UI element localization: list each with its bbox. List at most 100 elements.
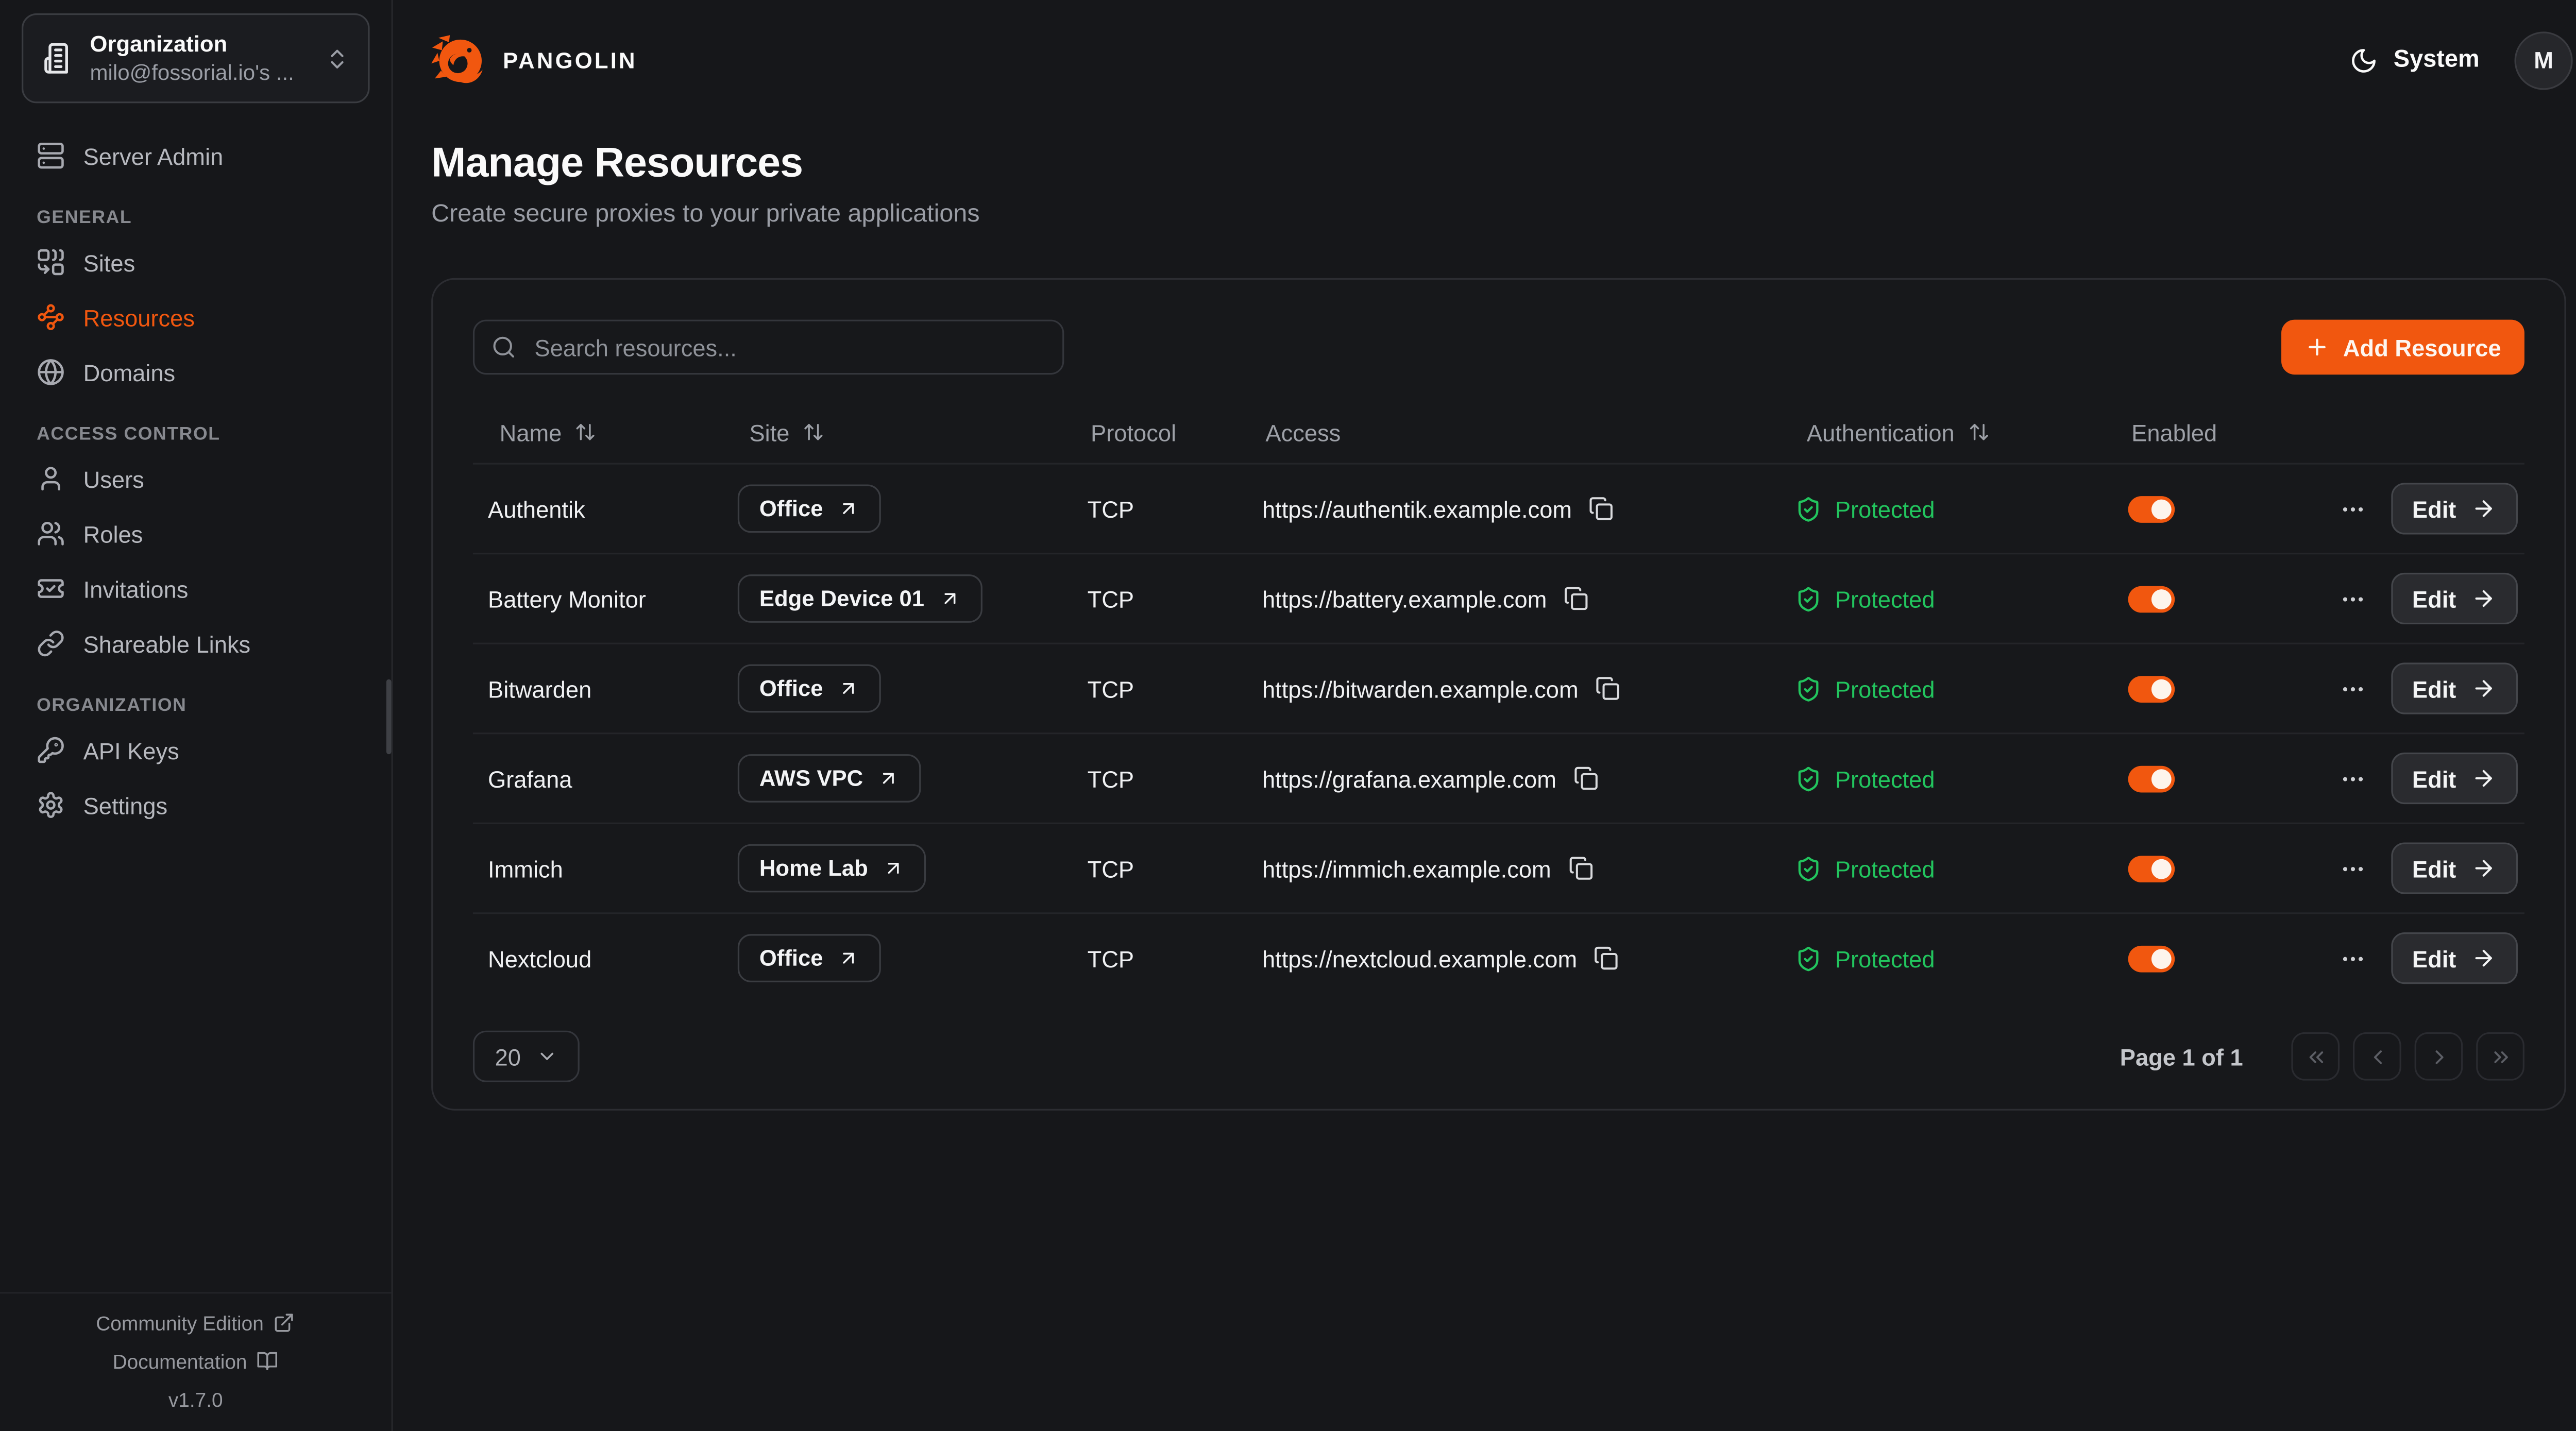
enabled-toggle[interactable] — [2128, 765, 2175, 792]
resource-url: https://authentik.example.com — [1262, 496, 1572, 522]
resource-name: Nextcloud — [473, 945, 723, 972]
table-row: Authentik Office TCP https://authent — [473, 463, 2524, 553]
edit-button[interactable]: Edit — [2391, 483, 2518, 534]
arrow-right-icon — [2471, 766, 2496, 791]
arrow-up-right-icon — [838, 677, 860, 699]
copy-url-button[interactable] — [1573, 766, 1598, 791]
org-value: milo@fossorial.io's ... — [90, 58, 294, 87]
enabled-toggle[interactable] — [2128, 675, 2175, 702]
sidebar-item-label: Domains — [83, 359, 176, 386]
table-body: Authentik Office TCP https://authent — [473, 463, 2524, 1002]
sidebar-item-resources[interactable]: Resources — [22, 295, 370, 339]
enabled-toggle[interactable] — [2128, 855, 2175, 882]
sidebar-item-label: Users — [83, 465, 144, 492]
page-title: Manage Resources — [431, 140, 2573, 188]
row-menu-button[interactable] — [2339, 675, 2366, 702]
site-link[interactable]: Office — [738, 665, 882, 713]
column-header-name[interactable]: Name — [473, 419, 723, 446]
row-menu-button[interactable] — [2339, 855, 2366, 882]
ticket-check-icon — [37, 574, 65, 603]
enabled-toggle[interactable] — [2128, 496, 2175, 522]
resource-url: https://bitwarden.example.com — [1262, 675, 1579, 702]
first-page-button[interactable] — [2291, 1032, 2340, 1081]
resource-protocol: TCP — [1072, 675, 1247, 702]
org-selector[interactable]: Organization milo@fossorial.io's ... — [22, 13, 370, 104]
sidebar-item-users[interactable]: Users — [22, 456, 370, 501]
sort-icon — [575, 421, 597, 443]
auth-status-label: Protected — [1835, 585, 1935, 612]
copy-url-button[interactable] — [1595, 676, 1620, 701]
auth-status: Protected — [1780, 765, 2113, 792]
row-menu-button[interactable] — [2339, 945, 2366, 972]
enabled-toggle[interactable] — [2128, 585, 2175, 612]
external-link-icon — [274, 1312, 295, 1334]
previous-page-button[interactable] — [2353, 1032, 2401, 1081]
sidebar-scrollbar-thumb[interactable] — [386, 679, 392, 754]
arrow-up-right-icon — [838, 498, 860, 519]
users-icon — [37, 519, 65, 548]
sidebar-item-label: Settings — [83, 792, 168, 819]
last-page-button[interactable] — [2476, 1032, 2524, 1081]
shield-check-icon — [1795, 496, 1822, 522]
copy-url-button[interactable] — [1594, 946, 1619, 970]
sidebar-item-shareable-links[interactable]: Shareable Links — [22, 621, 370, 666]
link-icon — [37, 629, 65, 658]
sidebar-item-api-keys[interactable]: API Keys — [22, 727, 370, 772]
resource-protocol: TCP — [1072, 585, 1247, 612]
row-menu-button[interactable] — [2339, 585, 2366, 612]
book-open-icon — [257, 1350, 279, 1372]
sidebar-item-label: Roles — [83, 520, 143, 547]
resource-name: Immich — [473, 855, 723, 882]
site-link[interactable]: Office — [738, 934, 882, 982]
column-header-site[interactable]: Site — [723, 419, 1073, 446]
shield-check-icon — [1795, 765, 1822, 792]
edit-button[interactable]: Edit — [2391, 662, 2518, 714]
column-header-authentication[interactable]: Authentication — [1780, 419, 2113, 446]
sidebar-item-label: Invitations — [83, 575, 189, 602]
copy-url-button[interactable] — [1564, 586, 1588, 611]
search-input[interactable] — [531, 332, 1046, 362]
chevron-right-icon — [2427, 1045, 2450, 1068]
theme-toggle-button[interactable]: System — [2350, 46, 2480, 74]
resource-url: https://immich.example.com — [1262, 855, 1551, 882]
copy-url-button[interactable] — [1568, 856, 1592, 880]
sidebar-item-invitations[interactable]: Invitations — [22, 566, 370, 611]
sidebar-footer: Community Edition Documentation v1.7.0 — [0, 1291, 392, 1431]
column-header-enabled: Enabled — [2113, 419, 2313, 446]
enabled-toggle[interactable] — [2128, 945, 2175, 972]
site-link[interactable]: Office — [738, 485, 882, 533]
sidebar-item-label: Sites — [83, 249, 135, 276]
add-resource-button[interactable]: Add Resource — [2281, 320, 2524, 375]
edit-button[interactable]: Edit — [2391, 932, 2518, 984]
next-page-button[interactable] — [2415, 1032, 2463, 1081]
edit-button[interactable]: Edit — [2391, 753, 2518, 804]
sort-icon — [803, 421, 824, 443]
resource-protocol: TCP — [1072, 496, 1247, 522]
sidebar-item-domains[interactable]: Domains — [22, 350, 370, 395]
auth-status: Protected — [1780, 496, 2113, 522]
copy-url-button[interactable] — [1588, 496, 1613, 521]
documentation-link[interactable]: Documentation — [113, 1350, 279, 1373]
community-edition-link[interactable]: Community Edition — [96, 1311, 295, 1334]
arrow-right-icon — [2471, 586, 2496, 611]
shield-check-icon — [1795, 675, 1822, 702]
sidebar-item-server-admin[interactable]: Server Admin — [22, 133, 370, 178]
row-menu-button[interactable] — [2339, 496, 2366, 522]
section-label-general: GENERAL — [22, 208, 370, 228]
site-link[interactable]: Edge Device 01 — [738, 574, 982, 623]
edit-button[interactable]: Edit — [2391, 842, 2518, 894]
sidebar-item-sites[interactable]: Sites — [22, 240, 370, 284]
page-size-select[interactable]: 20 — [473, 1031, 580, 1082]
site-link[interactable]: AWS VPC — [738, 754, 921, 803]
shield-check-icon — [1795, 585, 1822, 612]
edit-button[interactable]: Edit — [2391, 573, 2518, 624]
version-label: v1.7.0 — [168, 1388, 223, 1411]
combine-icon — [37, 248, 65, 277]
sidebar: Organization milo@fossorial.io's ... Ser… — [0, 0, 393, 1431]
sidebar-item-roles[interactable]: Roles — [22, 511, 370, 556]
avatar[interactable]: M — [2515, 31, 2573, 89]
row-menu-button[interactable] — [2339, 765, 2366, 792]
user-icon — [37, 465, 65, 493]
sidebar-item-settings[interactable]: Settings — [22, 782, 370, 827]
site-link[interactable]: Home Lab — [738, 844, 926, 893]
